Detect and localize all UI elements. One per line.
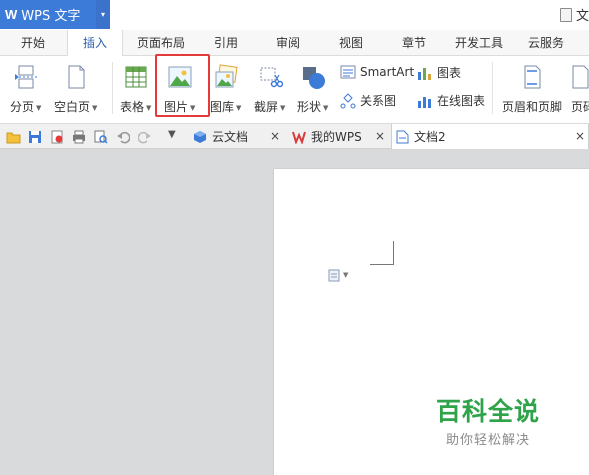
wps-logo-icon [292,131,306,144]
caret-down-icon: ▼ [280,103,286,112]
blank-page-icon [63,64,89,90]
tab-chapter[interactable]: 章节 [392,30,436,56]
online-chart-icon [418,96,431,108]
chart-label: 图表 [437,66,462,80]
online-chart-label: 在线图表 [437,94,486,108]
table-label: 表格 [120,100,145,114]
relation-chart-button[interactable]: 关系图 [340,92,396,109]
ribbon-insert-panel: 分页 ▼ 空白页 ▼ 表格 ▼ 图片 ▼ 图库 ▼ 截屏 ▼ 形状 ▼ Smar… [0,56,589,124]
table-icon [123,64,149,90]
paste-options-icon [328,269,340,282]
shape-label: 形状 [297,100,322,114]
header-footer-button[interactable]: 页眉和页脚 [502,64,562,115]
undo-icon[interactable] [116,130,131,144]
watermark-title: 百科全说 [436,397,541,426]
more-dropdown-icon[interactable]: ▼ [168,129,182,143]
paste-options-button[interactable]: ▼ [328,268,348,282]
doc-tab-label: 我的WPS [311,130,362,144]
caret-down-icon: ▼ [323,103,329,112]
screenshot-label: 截屏 [254,100,279,114]
table-button[interactable]: 表格 ▼ [120,64,151,115]
tab-insert[interactable]: 插入 [67,30,123,57]
blank-page-label: 空白页 [54,100,91,114]
header-footer-icon [519,64,545,90]
blank-page-button[interactable]: 空白页 ▼ [54,64,97,115]
smartart-button[interactable]: SmartArt [340,64,414,80]
smartart-label: SmartArt [360,65,415,79]
document-icon [396,130,409,143]
caret-down-icon: ▼ [92,103,98,112]
watermark-subtitle: 助你轻松解决 [446,433,531,448]
doc-tab-label: 云文档 [212,130,249,144]
online-chart-button[interactable]: 在线图表 [417,92,485,109]
document-icon [559,7,572,22]
caret-down-icon: ▼ [36,103,42,112]
export-pdf-icon[interactable] [50,130,64,144]
page-number-button[interactable]: 页码 [571,64,589,115]
close-tab-icon[interactable]: × [270,124,280,149]
caret-down-icon: ▼ [343,271,349,279]
doc-tab-document2[interactable]: 文档2 [391,124,589,149]
doc-tab-cloud[interactable]: 云文档 [191,124,281,149]
cloud-doc-icon [194,130,206,143]
document-page[interactable] [274,169,589,475]
page-break-button[interactable]: 分页 ▼ [10,64,41,115]
ribbon-separator [492,62,493,114]
wps-logo-icon: W [5,7,18,22]
doc-tab-label: 文档2 [414,130,446,144]
quick-access-bar: ▼ 云文档 × 我的WPS × 文档2 × [0,124,589,149]
ribbon-separator [112,62,113,114]
save-icon[interactable] [28,130,42,144]
tab-references[interactable]: 引用 [204,30,248,56]
page-break-label: 分页 [10,100,35,114]
header-footer-label: 页眉和页脚 [502,100,563,114]
bar-chart-icon [418,67,431,80]
shape-button[interactable]: 形状 ▼ [297,64,328,115]
tab-view[interactable]: 视图 [329,30,373,56]
app-menu-caret-icon[interactable]: ▾ [96,0,110,29]
picture-button-highlight [155,54,210,117]
tab-cloud-service[interactable]: 云服务 [521,30,571,56]
relation-chart-label: 关系图 [360,94,397,108]
margin-corner-mark [370,241,394,265]
tab-home[interactable]: 开始 [8,30,58,56]
caret-down-icon: ▼ [236,103,242,112]
tab-developer[interactable]: 开发工具 [449,30,509,56]
page-number-icon [571,64,589,90]
gallery-label: 图库 [210,100,235,114]
caret-down-icon: ▼ [146,103,152,112]
print-preview-icon[interactable] [94,130,108,144]
smartart-icon [340,65,356,79]
app-menu-button[interactable]: W WPS 文字 ▾ [0,0,110,29]
page-number-label: 页码 [571,100,589,114]
tab-review[interactable]: 审阅 [266,30,310,56]
redo-icon[interactable] [137,130,152,144]
shapes-icon [300,64,326,90]
gallery-button[interactable]: 图库 ▼ [210,64,241,115]
watermark: 百科全说 助你轻松解决 [436,392,540,448]
close-tab-icon[interactable]: × [375,124,385,149]
tab-page-layout[interactable]: 页面布局 [130,30,192,56]
page-break-icon [13,64,39,90]
close-tab-icon[interactable]: × [575,124,585,149]
chart-button[interactable]: 图表 [417,64,461,81]
title-bar: W WPS 文字 ▾ 文 [0,0,589,30]
screenshot-button[interactable]: 截屏 ▼ [254,64,285,115]
window-doc-title-text: 文 [575,9,589,24]
app-title: WPS 文字 [21,9,81,24]
window-doc-title: 文 [559,5,589,24]
doc-tab-mywps[interactable]: 我的WPS [290,124,386,149]
relation-chart-icon [340,92,356,108]
print-icon[interactable] [72,130,86,144]
open-folder-icon[interactable] [6,130,21,144]
gallery-icon [213,64,239,90]
scissors-icon [257,64,283,90]
ribbon-tab-bar: 开始 插入 页面布局 引用 审阅 视图 章节 开发工具 云服务 [0,30,589,57]
